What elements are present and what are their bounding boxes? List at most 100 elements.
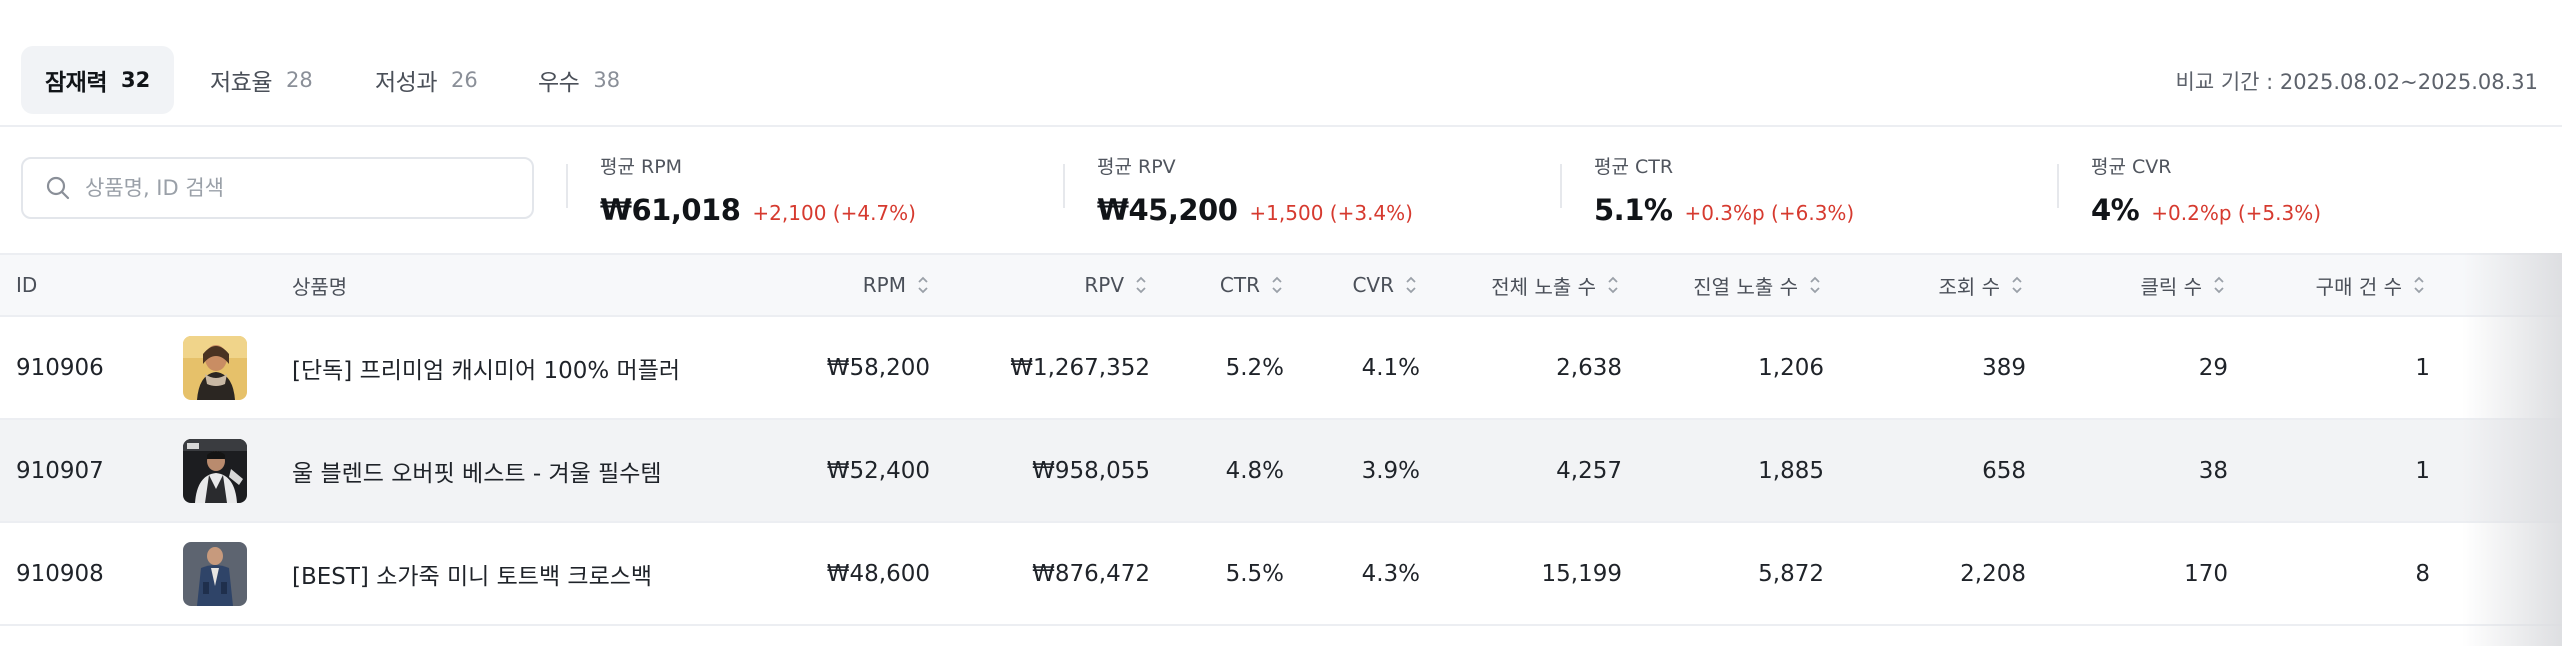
- table-row[interactable]: 910908 [BEST] 소가죽 미니 토트백 크로스백 ₩48,600 ₩8…: [0, 523, 2562, 626]
- stat-avg-rpm: 평균 RPM ₩61,018 +2,100 (+4.7%): [566, 152, 916, 227]
- stat-value: ₩61,018: [600, 193, 741, 227]
- column-header-rpm[interactable]: RPM: [780, 255, 930, 315]
- cell-clicks: 29: [2198, 354, 2228, 381]
- tab-count: 26: [450, 68, 478, 92]
- stat-label: 평균 RPM: [600, 156, 683, 178]
- cell-total-impressions: 4,257: [1556, 457, 1622, 484]
- column-header-label: RPV: [1084, 273, 1124, 297]
- cell-id: 910907: [16, 457, 104, 484]
- product-table: ID 상품명 RPM RPV CTR CVR 전체 노출 수 진열 노출 수 조…: [0, 253, 2562, 626]
- stat-label: 평균 RPV: [1097, 156, 1176, 178]
- search-input[interactable]: [85, 176, 525, 200]
- cell-purchases: 1: [2415, 457, 2430, 484]
- column-header-ctr[interactable]: CTR: [1180, 255, 1284, 315]
- stat-delta: +0.2%p (+5.3%): [2151, 201, 2322, 225]
- cell-total-impressions: 2,638: [1556, 354, 1622, 381]
- cell-views: 2,208: [1960, 560, 2026, 587]
- stats-bar: 평균 RPM ₩61,018 +2,100 (+4.7%) 평균 RPV ₩45…: [0, 127, 2562, 253]
- tab-count: 38: [593, 68, 621, 92]
- stat-label: 평균 CTR: [1594, 156, 1674, 178]
- tab-low-performance[interactable]: 저성과 26: [351, 46, 502, 114]
- column-header-clicks[interactable]: 클릭 수: [2080, 255, 2226, 315]
- sort-icon: [1272, 276, 1282, 294]
- cell-rpm: ₩58,200: [826, 354, 930, 381]
- bag-product-thumbnail: [183, 541, 247, 606]
- cell-rpm: ₩52,400: [826, 457, 930, 484]
- stat-value: 5.1%: [1594, 193, 1673, 227]
- cell-ctr: 4.8%: [1225, 457, 1284, 484]
- sort-icon: [918, 276, 928, 294]
- cell-rpm: ₩48,600: [826, 560, 930, 587]
- cell-product-name[interactable]: 울 블렌드 오버핏 베스트 - 겨울 필수템: [292, 420, 662, 521]
- stat-avg-cvr: 평균 CVR 4% +0.2%p (+5.3%): [2057, 152, 2322, 227]
- cell-purchases: 8: [2415, 560, 2430, 587]
- tab-potential[interactable]: 잠재력 32: [21, 46, 175, 114]
- sort-icon: [2012, 276, 2022, 294]
- column-header-label: 클릭 수: [2140, 274, 2202, 299]
- cell-cvr: 3.9%: [1361, 457, 1420, 484]
- search-box[interactable]: [21, 157, 534, 219]
- column-header-display-impressions[interactable]: 진열 노출 수: [1650, 255, 1822, 315]
- cell-display-impressions: 5,872: [1758, 560, 1824, 587]
- cell-total-impressions: 15,199: [1541, 560, 1622, 587]
- cell-display-impressions: 1,885: [1758, 457, 1824, 484]
- stat-label: 평균 CVR: [2091, 156, 2172, 178]
- sort-icon: [1608, 276, 1618, 294]
- sort-icon: [1810, 276, 1820, 294]
- divider: [1063, 164, 1065, 208]
- column-header-total-impressions[interactable]: 전체 노출 수: [1450, 255, 1620, 315]
- cell-thumbnail: [183, 317, 247, 418]
- sort-icon: [2214, 276, 2224, 294]
- column-header-id: ID: [16, 273, 38, 297]
- column-header-label: 구매 건 수: [2315, 274, 2402, 299]
- cell-views: 389: [1982, 354, 2026, 381]
- cell-rpv: ₩958,055: [1032, 457, 1150, 484]
- cell-id: 910906: [16, 354, 104, 381]
- cell-cvr: 4.3%: [1361, 560, 1420, 587]
- divider: [1560, 164, 1562, 208]
- stat-value: ₩45,200: [1097, 193, 1238, 227]
- cell-ctr: 5.5%: [1225, 560, 1284, 587]
- column-header-purchases[interactable]: 구매 건 수: [2270, 255, 2426, 315]
- stat-delta: +1,500 (+3.4%): [1249, 201, 1413, 225]
- tab-label: 저성과: [375, 70, 437, 96]
- cell-thumbnail: [183, 420, 247, 521]
- tabs-bar: 잠재력 32 저효율 28 저성과 26 우수 38 비교 기간 : 2025.…: [0, 0, 2562, 127]
- cell-rpv: ₩876,472: [1032, 560, 1150, 587]
- table-row[interactable]: 910907 울 블렌드 오버핏 베스트 - 겨울 필수템 ₩52,400 ₩9…: [0, 420, 2562, 523]
- sort-icon: [1406, 276, 1416, 294]
- tab-low-efficiency[interactable]: 저효율 28: [186, 46, 337, 114]
- scarf-product-thumbnail: [183, 335, 247, 400]
- column-header-name: 상품명: [292, 274, 348, 299]
- stat-avg-ctr: 평균 CTR 5.1% +0.3%p (+6.3%): [1560, 152, 1855, 227]
- table-row[interactable]: 910906 [단독] 프리미엄 캐시미어 100% 머플러 ₩58,200 ₩…: [0, 317, 2562, 420]
- cell-product-name[interactable]: [BEST] 소가죽 미니 토트백 크로스백: [292, 523, 652, 624]
- vest-product-thumbnail: [183, 438, 247, 503]
- column-header-label: CTR: [1219, 273, 1260, 297]
- column-header-views[interactable]: 조회 수: [1880, 255, 2024, 315]
- compare-period: 비교 기간 : 2025.08.02~2025.08.31: [2175, 70, 2538, 94]
- tab-excellent[interactable]: 우수 38: [514, 46, 644, 114]
- cell-clicks: 38: [2198, 457, 2228, 484]
- column-header-label: RPM: [862, 273, 906, 297]
- column-header-label: 전체 노출 수: [1491, 274, 1596, 299]
- tab-count: 32: [120, 68, 151, 92]
- cell-cvr: 4.1%: [1361, 354, 1420, 381]
- cell-product-name[interactable]: [단독] 프리미엄 캐시미어 100% 머플러: [292, 317, 680, 418]
- cell-rpv: ₩1,267,352: [1010, 354, 1150, 381]
- stat-delta: +2,100 (+4.7%): [752, 201, 916, 225]
- column-header-rpv[interactable]: RPV: [1000, 255, 1148, 315]
- table-header: ID 상품명 RPM RPV CTR CVR 전체 노출 수 진열 노출 수 조…: [0, 253, 2562, 317]
- cell-clicks: 170: [2184, 560, 2228, 587]
- cell-views: 658: [1982, 457, 2026, 484]
- tab-label: 우수: [538, 70, 580, 96]
- search-icon: [46, 176, 70, 200]
- cell-thumbnail: [183, 523, 247, 624]
- column-header-cvr[interactable]: CVR: [1310, 255, 1418, 315]
- column-header-label: 진열 노출 수: [1693, 274, 1798, 299]
- sort-icon: [1136, 276, 1146, 294]
- sort-icon: [2414, 276, 2424, 294]
- column-header-label: 조회 수: [1938, 274, 2000, 299]
- cell-display-impressions: 1,206: [1758, 354, 1824, 381]
- stat-delta: +0.3%p (+6.3%): [1684, 201, 1855, 225]
